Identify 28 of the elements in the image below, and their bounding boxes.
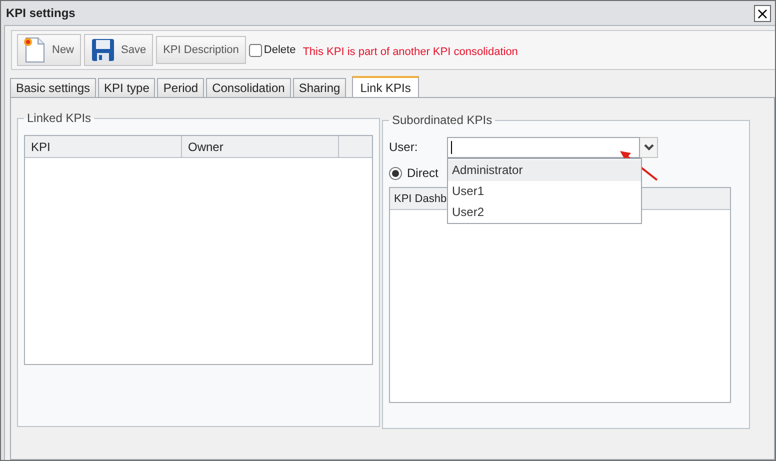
toolbar-button[interactable]: KPI Description [156,36,246,64]
tab[interactable]: Period [157,78,204,97]
delete-checkbox[interactable] [248,44,262,56]
delete-label: Delete [264,44,296,56]
group-title: Linked KPIs [26,111,92,125]
window-title: KPI settings [6,6,76,20]
radio-label: Direct [407,166,438,180]
new-document-icon [24,37,46,63]
toolbar-button[interactable]: Save [84,34,154,66]
tab[interactable]: Link KPIs [352,76,419,97]
tab[interactable]: Basic settings [10,78,96,97]
dropdown-button[interactable] [640,136,658,158]
dropdown-option[interactable]: User2 [448,202,641,222]
column-header[interactable]: Owner [182,136,339,157]
toolbar-button[interactable]: New [17,34,82,66]
column-header[interactable]: KPI [25,136,182,157]
radio-button[interactable] [389,166,402,180]
group-title: Subordinated KPIs [391,113,494,127]
close-button[interactable]: × [754,4,771,22]
dropdown-option[interactable]: Administrator [448,160,641,180]
column-header[interactable]: KPI Dashb [390,188,447,209]
tab[interactable]: Consolidation [206,78,291,97]
chevron-down-icon [644,144,654,150]
dropdown-option[interactable]: User1 [448,180,641,202]
user-label: User: [389,140,419,154]
tab[interactable]: Sharing [292,78,346,97]
warning-message: This KPI is part of another KPI consolidation [302,46,518,58]
tab[interactable]: KPI type [98,78,156,97]
